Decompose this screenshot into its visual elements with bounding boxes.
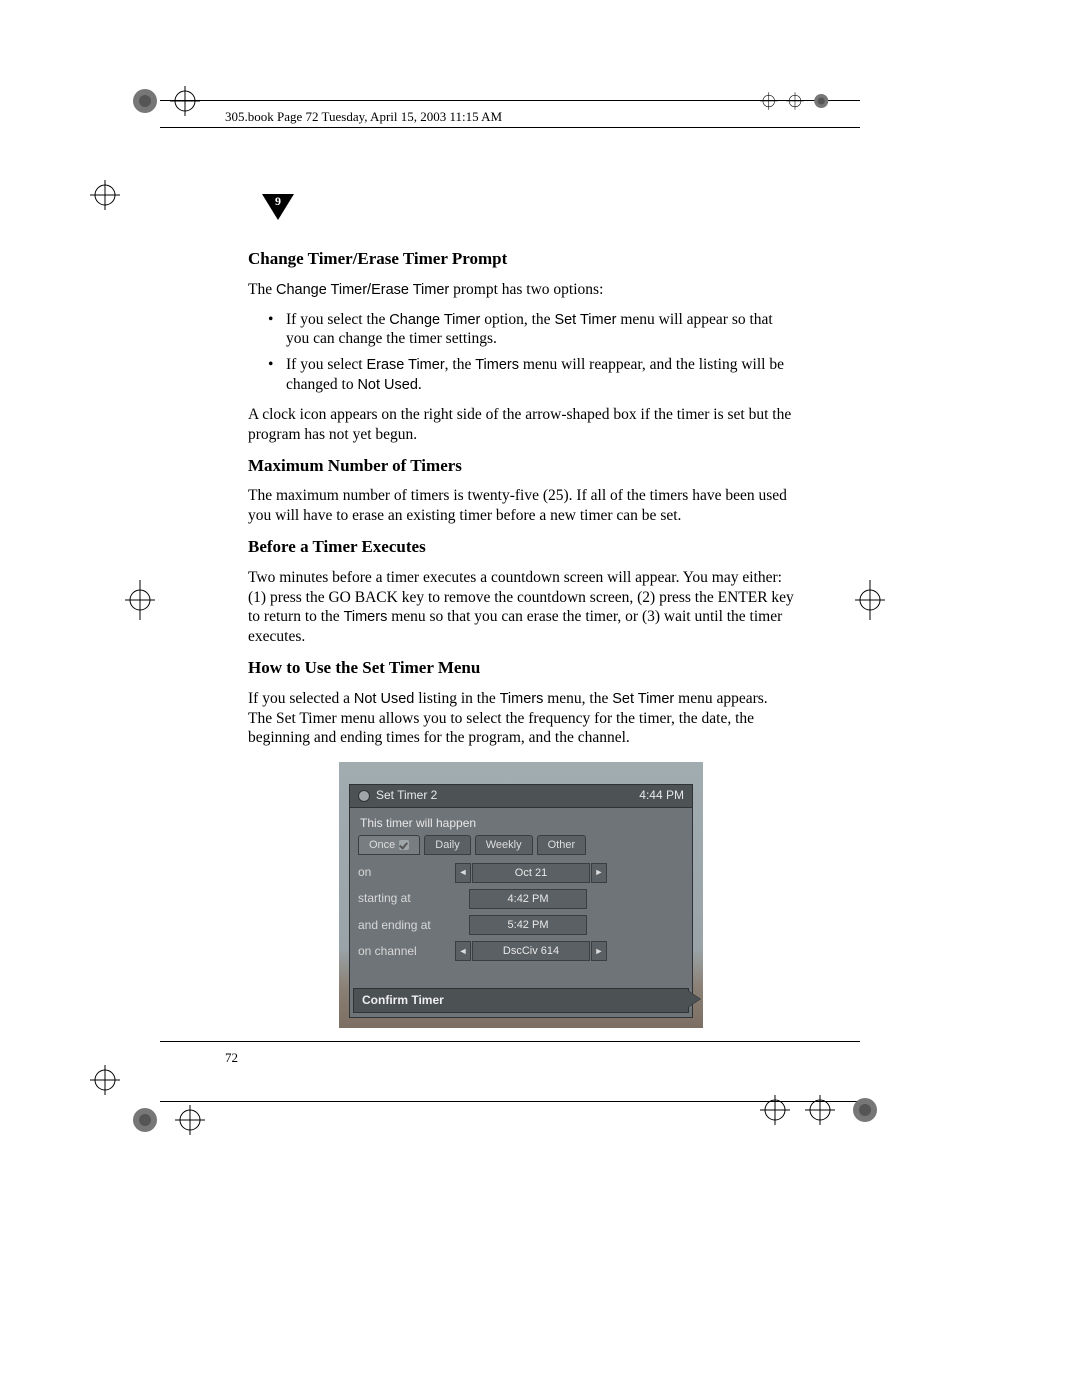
ui-term: Not Used bbox=[357, 377, 417, 393]
menu-title: Set Timer 2 bbox=[376, 788, 437, 803]
ui-term: Timers bbox=[475, 357, 519, 373]
label-channel: on channel bbox=[358, 944, 454, 959]
clock-icon bbox=[358, 790, 370, 802]
label-starting: starting at bbox=[358, 891, 454, 906]
s1-bullet-list: If you select the Change Timer option, t… bbox=[248, 310, 794, 395]
s1-bullet-2: If you select Erase Timer, the Timers me… bbox=[268, 355, 794, 395]
menu-titlebar: Set Timer 2 4:44 PM bbox=[350, 785, 692, 807]
text: If you select bbox=[286, 356, 366, 373]
check-icon bbox=[399, 840, 409, 850]
s2-body: The maximum number of timers is twenty-f… bbox=[248, 486, 794, 526]
text: option, the bbox=[480, 311, 554, 328]
end-time-field[interactable]: 5:42 PM bbox=[469, 915, 587, 935]
heading-before-execute: Before a Timer Executes bbox=[248, 536, 794, 558]
channel-next-button[interactable]: ► bbox=[591, 941, 607, 961]
crop-mark-bottom-left bbox=[90, 1065, 210, 1145]
tab-weekly[interactable]: Weekly bbox=[475, 835, 533, 855]
s1-intro: The Change Timer/Erase Timer prompt has … bbox=[248, 280, 794, 300]
tab-other[interactable]: Other bbox=[537, 835, 587, 855]
label-ending: and ending at bbox=[358, 918, 454, 933]
crop-mark-top-right bbox=[760, 86, 830, 116]
heading-change-erase: Change Timer/Erase Timer Prompt bbox=[248, 248, 794, 270]
set-timer-menu: Set Timer 2 4:44 PM This timer will happ… bbox=[349, 784, 693, 1018]
tab-once[interactable]: Once bbox=[358, 835, 420, 855]
frequency-tabs: Once Daily Weekly Other bbox=[358, 835, 684, 855]
footer-rule bbox=[160, 1041, 860, 1042]
menu-body: This timer will happen Once Daily Weekly… bbox=[350, 808, 692, 978]
tab-daily[interactable]: Daily bbox=[424, 835, 470, 855]
ui-term: Timers bbox=[500, 691, 544, 707]
date-field[interactable]: Oct 21 bbox=[472, 863, 590, 883]
row-channel: on channel ◄ DscCiv 614 ► bbox=[358, 941, 684, 961]
chapter-number: 9 bbox=[262, 194, 294, 208]
row-start: starting at 4:42 PM bbox=[358, 889, 684, 909]
start-time-field[interactable]: 4:42 PM bbox=[469, 889, 587, 909]
page-content: Change Timer/Erase Timer Prompt The Chan… bbox=[248, 248, 794, 1028]
ui-term: Not Used bbox=[354, 691, 414, 707]
text: The bbox=[248, 281, 276, 298]
ui-term: Change Timer bbox=[389, 312, 480, 328]
text: . bbox=[418, 376, 422, 393]
header-meta-text: 305.book Page 72 Tuesday, April 15, 2003… bbox=[225, 109, 502, 125]
header-rule bbox=[160, 127, 860, 128]
confirm-label: Confirm Timer bbox=[362, 993, 444, 1008]
row-end: and ending at 5:42 PM bbox=[358, 915, 684, 935]
channel-prev-button[interactable]: ◄ bbox=[455, 941, 471, 961]
label-on: on bbox=[358, 865, 454, 880]
ui-term: Erase Timer bbox=[366, 357, 444, 373]
s1-after: A clock icon appears on the right side o… bbox=[248, 405, 794, 445]
text: prompt has two options: bbox=[449, 281, 603, 298]
menu-clock: 4:44 PM bbox=[639, 788, 684, 803]
row-date: on ◄ Oct 21 ► bbox=[358, 863, 684, 883]
crop-mark-left-upper bbox=[90, 140, 120, 210]
s3-body: Two minutes before a timer executes a co… bbox=[248, 568, 794, 647]
ui-term: Set Timer bbox=[612, 691, 674, 707]
text: menu, the bbox=[543, 690, 612, 707]
chevron-right-icon bbox=[688, 991, 700, 1007]
text: If you selected a bbox=[248, 690, 354, 707]
confirm-timer-button[interactable]: Confirm Timer bbox=[353, 988, 689, 1013]
date-next-button[interactable]: ► bbox=[591, 863, 607, 883]
date-prev-button[interactable]: ◄ bbox=[455, 863, 471, 883]
ui-term: Change Timer/Erase Timer bbox=[276, 282, 449, 298]
tab-label: Once bbox=[369, 838, 395, 852]
set-timer-screenshot: Set Timer 2 4:44 PM This timer will happ… bbox=[339, 762, 703, 1028]
ui-term: Timers bbox=[344, 609, 388, 625]
crop-mark-left-mid bbox=[125, 570, 155, 630]
crop-mark-right-mid bbox=[855, 570, 885, 630]
crop-mark-top-left bbox=[130, 86, 200, 116]
crop-mark-bottom-right bbox=[760, 1095, 880, 1135]
ui-term: Set Timer bbox=[554, 312, 616, 328]
s1-bullet-1: If you select the Change Timer option, t… bbox=[268, 310, 794, 350]
s4-body: If you selected a Not Used listing in th… bbox=[248, 689, 794, 748]
text: listing in the bbox=[414, 690, 499, 707]
page-number: 72 bbox=[225, 1050, 238, 1066]
heading-max-timers: Maximum Number of Timers bbox=[248, 455, 794, 477]
channel-field[interactable]: DscCiv 614 bbox=[472, 941, 590, 961]
menu-subtitle: This timer will happen bbox=[360, 816, 684, 831]
heading-how-to-set-timer: How to Use the Set Timer Menu bbox=[248, 657, 794, 679]
text: , the bbox=[445, 356, 476, 373]
text: If you select the bbox=[286, 311, 389, 328]
